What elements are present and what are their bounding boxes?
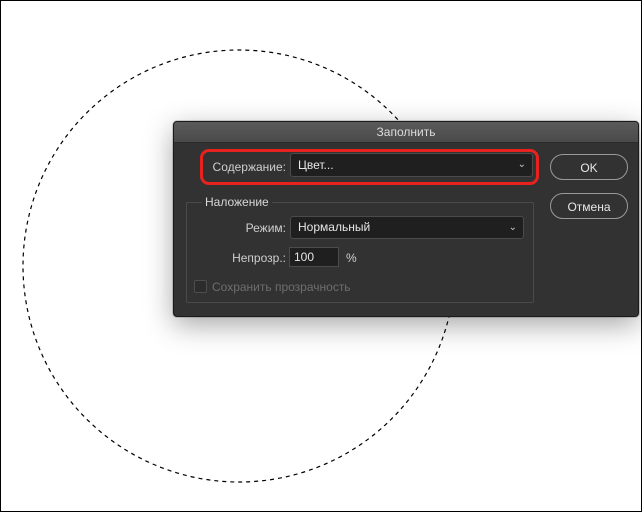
dialog-title: Заполнить xyxy=(174,122,638,143)
opacity-input[interactable] xyxy=(289,247,339,267)
mode-select[interactable]: Нормальный ⌄ xyxy=(290,216,524,239)
preserve-transparency-checkbox[interactable] xyxy=(194,280,207,293)
mode-label: Режим: xyxy=(245,221,286,235)
chevron-down-icon: ⌄ xyxy=(508,222,517,233)
mode-select-value: Нормальный xyxy=(298,220,371,234)
opacity-label: Непрозр.: xyxy=(232,251,286,265)
cancel-button[interactable]: Отмена xyxy=(550,193,628,219)
fill-dialog: Заполнить Содержание: Цвет... ⌄ OK Отмен… xyxy=(173,121,639,317)
opacity-unit: % xyxy=(346,251,357,265)
blending-group-title: Наложение xyxy=(202,194,272,210)
preserve-transparency-label: Сохранить прозрачность xyxy=(212,280,351,294)
ok-button[interactable]: OK xyxy=(550,154,628,180)
contents-highlight-annotation xyxy=(200,149,539,185)
